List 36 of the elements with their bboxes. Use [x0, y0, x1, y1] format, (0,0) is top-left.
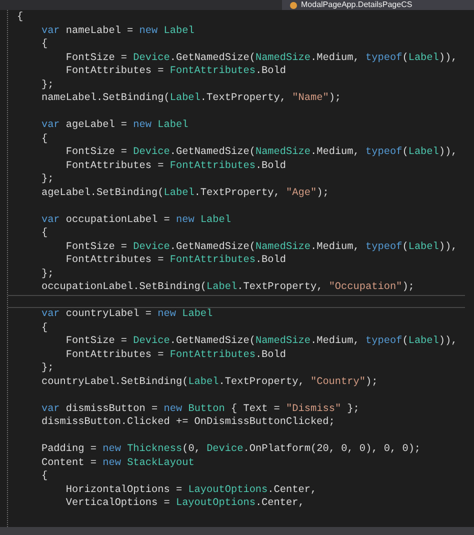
code-line: var countryLabel = new Label	[40, 309, 213, 320]
code-line: var ageLabel = new Label	[40, 120, 188, 131]
code-line: occupationLabel.SetBinding(Label.TextProperty, "Occupation");	[40, 282, 414, 293]
code-line: var dismissButton = new Button { Text = "Dismiss" };	[40, 404, 360, 414]
file-icon	[290, 2, 297, 8]
code-line: FontAttributes = FontAttributes.Bold	[64, 66, 286, 77]
code-line: {	[40, 471, 48, 482]
code-line: FontAttributes = FontAttributes.Bold	[64, 350, 286, 360]
code-line: dismissButton.Clicked += OnDismissButtonClicked;	[40, 417, 335, 428]
code-line: };	[40, 174, 54, 185]
code-line: ageLabel.SetBinding(Label.TextProperty, "Age");	[40, 188, 329, 198]
code-line: VerticalOptions = LayoutOptions.Center,	[64, 498, 304, 509]
code-line: {	[40, 134, 48, 144]
tab-title: ModalPageApp.DetailsPageCS	[301, 0, 412, 10]
code-line: {	[40, 39, 48, 50]
code-line: {	[40, 228, 48, 239]
code-line: HorizontalOptions = LayoutOptions.Center,	[64, 484, 317, 496]
code-line: FontSize = Device.GetNamedSize(NamedSize.Medium, typeof(Label)),	[64, 336, 458, 347]
code-line: };	[40, 363, 54, 374]
code-line: Content = new StackLayout	[40, 458, 194, 468]
code-line: FontSize = Device.GetNamedSize(NamedSize.Medium, typeof(Label)),	[64, 242, 458, 252]
code-line: nameLabel.SetBinding(Label.TextProperty, "Name");	[40, 93, 342, 104]
code-line: Padding = new Thickness(0, Device.OnPlatform(20, 0, 0), 0, 0);	[40, 444, 421, 455]
code-line: {	[17, 12, 24, 23]
horizontal-scrollbar[interactable]	[0, 527, 474, 535]
code-line: {	[40, 322, 48, 334]
code-line: FontAttributes = FontAttributes.Bold	[64, 255, 286, 266]
code-line: FontSize = Device.GetNamedSize(NamedSize.Medium, typeof(Label)),	[64, 147, 458, 158]
editor-tab[interactable]: ModalPageApp.DetailsPageCS	[282, 0, 474, 10]
code-line: FontAttributes = FontAttributes.Bold	[64, 160, 286, 172]
code-line: var nameLabel = new Label	[40, 26, 194, 36]
code-line: FontSize = Device.GetNamedSize(NamedSize.Medium, typeof(Label)),	[64, 52, 458, 64]
code-line: var occupationLabel = new Label	[40, 214, 232, 226]
code-line: countryLabel.SetBinding(Label.TextProperty, "Country");	[40, 376, 378, 388]
code-line: };	[40, 80, 54, 90]
code-line: };	[40, 268, 54, 280]
